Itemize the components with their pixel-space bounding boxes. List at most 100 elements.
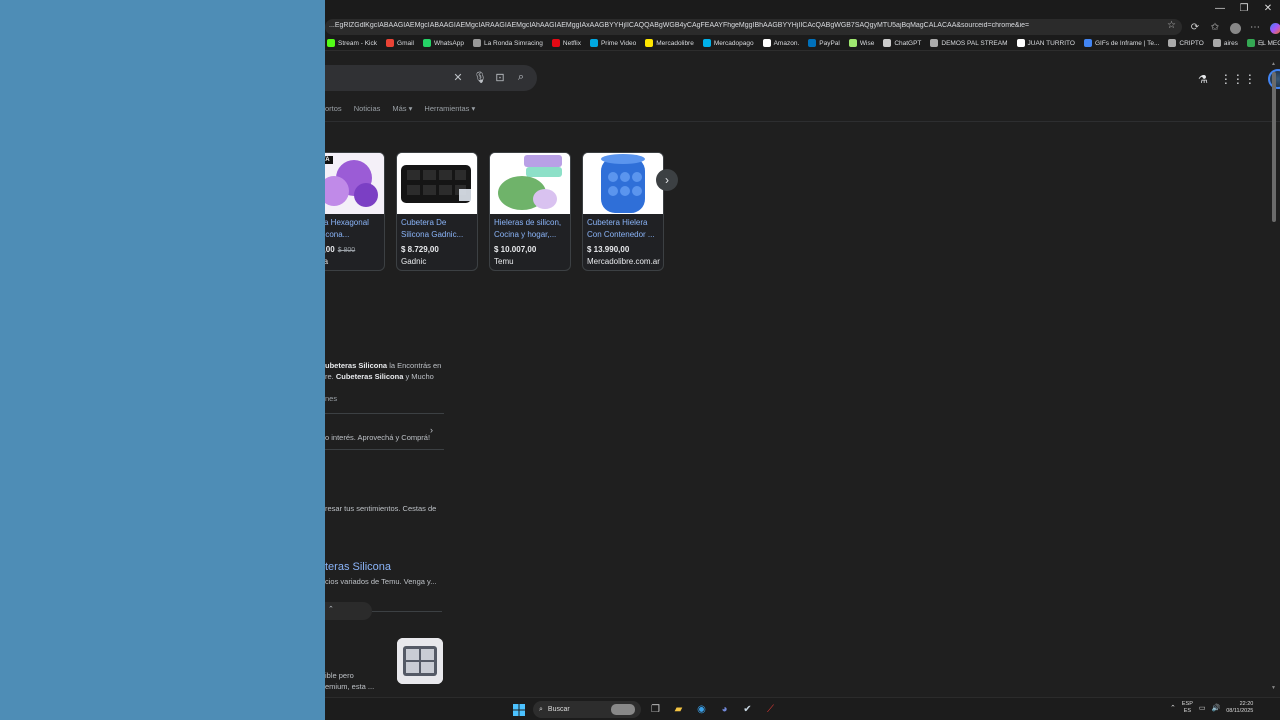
- product-title[interactable]: Cubetera Hielera Con Contenedor ...: [583, 214, 663, 241]
- tabs-divider: [325, 121, 1280, 122]
- result-snippet: resar tus sentimientos. Cestas de: [325, 504, 437, 513]
- tab-tools[interactable]: Herramientas ▾: [424, 104, 475, 113]
- address-url[interactable]: ...EgRlZGdlKgcIABAAGIAEMgcIABAAGIAEMgcIA…: [329, 22, 1029, 29]
- product-image: [490, 153, 570, 214]
- bookmark-favicon-icon: [762, 39, 771, 47]
- volume-icon[interactable]: 🔊: [1212, 704, 1221, 712]
- network-icon[interactable]: ▭: [1199, 704, 1206, 712]
- bookmark-item[interactable]: ChatGPT: [883, 39, 921, 47]
- product-card[interactable]: Cubetera Hielera Con Contenedor ... $ 13…: [582, 152, 664, 271]
- bookmark-favicon-icon: [589, 39, 598, 47]
- bookmark-favicon-icon: [423, 39, 431, 47]
- close-icon[interactable]: ✕: [1256, 0, 1280, 17]
- result-sitelinks[interactable]: nes: [325, 393, 337, 404]
- bookmark-item[interactable]: Wise: [848, 39, 874, 47]
- bookmark-label: WhatsApp: [434, 39, 464, 47]
- search-highlight-image: [611, 704, 635, 715]
- product-price: $ 10.007,00: [494, 245, 537, 254]
- result-snippet[interactable]: o interés. Aprovechá y Comprá!: [325, 432, 430, 443]
- bookmark-item[interactable]: Stream - Kick: [327, 39, 377, 47]
- bookmark-favicon-icon: [1083, 39, 1092, 47]
- carousel-next-button[interactable]: ›: [656, 169, 678, 191]
- product-title[interactable]: Hieleras de silicon, Cocina y hogar,...: [490, 214, 570, 241]
- result-snippet: emium, esta ...: [325, 682, 375, 691]
- bookmark-item[interactable]: WhatsApp: [423, 39, 464, 47]
- result-thumbnail[interactable]: [397, 638, 443, 684]
- more-menu-icon[interactable]: ⋯: [1246, 19, 1264, 35]
- blue-overlay-panel: [0, 0, 325, 720]
- bookmarks-overflow-icon[interactable]: ›: [1261, 38, 1264, 48]
- bookmark-label: GIFs de Inframe | Te...: [1094, 39, 1160, 47]
- task-view-icon[interactable]: ❐: [647, 701, 664, 718]
- bookmark-favicon-icon: [808, 39, 817, 47]
- favorites-icon[interactable]: ✩: [1206, 19, 1224, 35]
- product-card[interactable]: Hieleras de silicon, Cocina y hogar,... …: [489, 152, 571, 271]
- scroll-down-icon[interactable]: ▼: [1271, 685, 1276, 691]
- bookmark-label: PayPal: [819, 39, 840, 47]
- bookmark-label: DEMOS PAL STREAM: [941, 39, 1008, 47]
- tab-news[interactable]: Noticias: [354, 104, 381, 113]
- lens-icon[interactable]: ⊡: [494, 71, 506, 84]
- file-explorer-icon[interactable]: ▰: [670, 701, 687, 718]
- taskbar-search[interactable]: ⌕ Buscar: [533, 701, 641, 718]
- bookmark-item[interactable]: Netflix: [551, 39, 581, 47]
- bookmark-favicon-icon: [1246, 39, 1255, 47]
- extensions-icon[interactable]: ⟳: [1186, 19, 1204, 35]
- product-price: $ 8.729,00: [401, 245, 439, 254]
- bookmark-item[interactable]: PayPal: [808, 39, 840, 47]
- labs-flask-icon[interactable]: ⚗: [1198, 73, 1208, 86]
- bookmark-item[interactable]: aires: [1212, 39, 1238, 47]
- minimize-icon[interactable]: —: [1208, 0, 1232, 17]
- divider: [372, 611, 442, 612]
- bookmark-label: Prime Video: [600, 39, 637, 47]
- chevron-right-icon: ›: [665, 173, 669, 187]
- bookmark-favicon-icon: [473, 39, 481, 47]
- bookmark-favicon-icon: [848, 39, 857, 47]
- bookmark-item[interactable]: La Ronda Simracing: [473, 39, 543, 47]
- clear-icon[interactable]: ✕: [452, 71, 464, 84]
- bookmark-label: Mercadolibre: [656, 39, 694, 47]
- discord-icon[interactable]: ◕: [716, 701, 733, 718]
- bookmark-item[interactable]: GIFs de Inframe | Te...: [1083, 39, 1160, 47]
- sim-racing-app-icon[interactable]: ⟋: [762, 701, 779, 718]
- edge-icon[interactable]: ◉: [693, 701, 710, 718]
- restore-icon[interactable]: ❐: [1232, 0, 1256, 17]
- bookmark-star-icon[interactable]: ☆: [1167, 20, 1176, 31]
- scrollbar-thumb[interactable]: [1272, 72, 1276, 222]
- search-icon[interactable]: ⌕: [515, 71, 527, 84]
- result-snippet: cios variados de Temu. Venga y...: [325, 577, 437, 586]
- bookmark-item[interactable]: JUAN TURRITO: [1016, 39, 1075, 47]
- bookmark-favicon-icon: [1168, 39, 1177, 47]
- start-icon[interactable]: [510, 701, 527, 718]
- bookmark-item[interactable]: Mercadopago: [702, 39, 754, 47]
- bookmark-label: ChatGPT: [894, 39, 922, 47]
- steam-icon[interactable]: ✔: [739, 701, 756, 718]
- bookmark-favicon-icon: [327, 39, 335, 47]
- product-title[interactable]: Cubetera De Silicona Gadnic...: [397, 214, 477, 241]
- tab-shorts[interactable]: ortos: [325, 104, 342, 113]
- bookmark-item[interactable]: Gmail: [386, 39, 414, 47]
- clock[interactable]: 22:20 08/11/2025: [1226, 701, 1253, 715]
- mic-icon[interactable]: 🎙: [473, 71, 487, 84]
- bookmark-item[interactable]: Prime Video: [589, 39, 637, 47]
- result-title-link[interactable]: teras Silicona: [325, 561, 391, 573]
- profile-icon[interactable]: [1226, 19, 1244, 35]
- language-indicator[interactable]: ESP ES: [1182, 701, 1193, 715]
- bookmark-label: aires: [1223, 39, 1238, 47]
- bookmark-favicon-icon: [930, 39, 939, 47]
- chevron-right-icon[interactable]: ›: [430, 425, 433, 435]
- copilot-icon[interactable]: [1266, 19, 1280, 35]
- bookmark-item[interactable]: Mercadolibre: [645, 39, 694, 47]
- tab-more[interactable]: Más ▾: [392, 104, 412, 113]
- apps-grid-icon[interactable]: ⋮⋮⋮: [1220, 72, 1256, 86]
- product-store: Gadnic: [401, 257, 427, 266]
- tray-overflow-icon[interactable]: ⌃: [1170, 704, 1176, 712]
- bookmark-item[interactable]: Amazon.: [762, 39, 799, 47]
- bookmark-item[interactable]: DEMOS PAL STREAM: [930, 39, 1008, 47]
- result-snippet: ubeteras Silicona la Encontrás en: [325, 361, 442, 370]
- search-icon: ⌕: [539, 705, 543, 713]
- bookmark-item[interactable]: CRIPTO: [1168, 39, 1204, 47]
- product-store: Temu: [494, 257, 514, 266]
- product-card[interactable]: Cubetera De Silicona Gadnic... $ 8.729,0…: [396, 152, 478, 271]
- bookmark-label: CRIPTO: [1179, 39, 1204, 47]
